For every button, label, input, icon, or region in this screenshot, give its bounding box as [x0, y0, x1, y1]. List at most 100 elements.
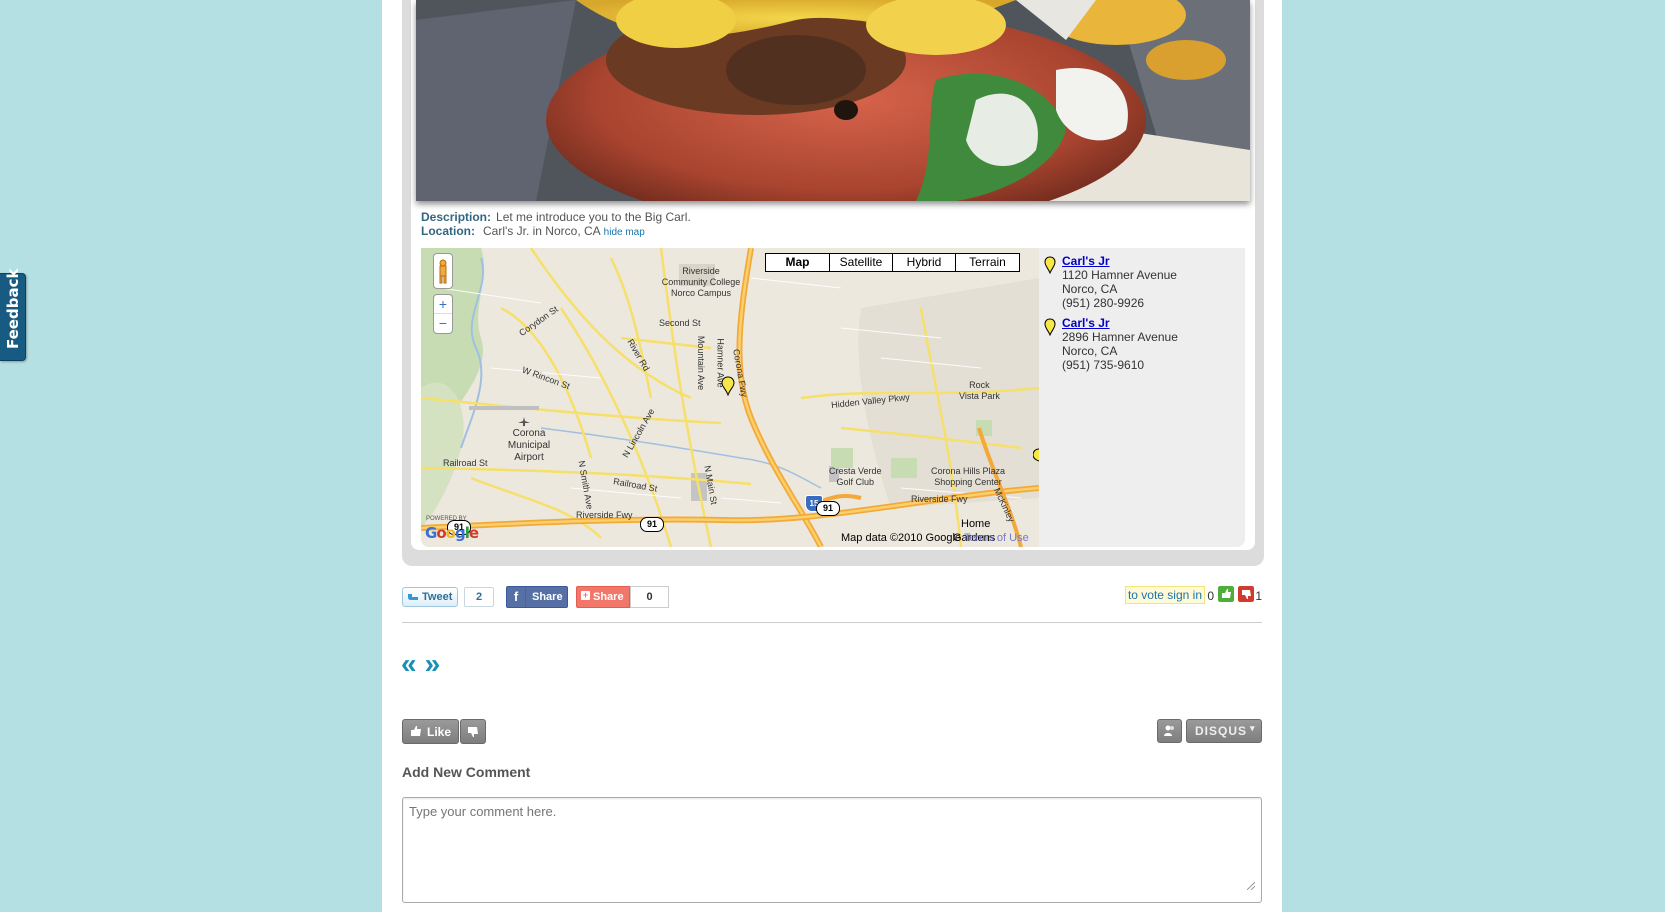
place-label: Shopping Center: [934, 477, 1002, 487]
place-label: Municipal: [507, 440, 551, 451]
pegman-icon: [439, 259, 447, 284]
google-plus-count: 0: [630, 586, 669, 608]
map-type-terrain[interactable]: Terrain: [956, 254, 1019, 271]
place-label: Airport: [514, 452, 544, 463]
previous-post-link[interactable]: «: [401, 648, 417, 679]
place-label: Home: [961, 518, 991, 530]
map-pin-icon[interactable]: [721, 376, 735, 396]
photo-card: Description: Let me introduce you to the …: [402, 0, 1264, 566]
tweet-button[interactable]: Tweet: [402, 587, 458, 607]
map-pin-icon[interactable]: [1044, 318, 1056, 336]
google-plus-share-label: Share: [593, 591, 624, 603]
hide-map-link[interactable]: hide map: [604, 227, 645, 238]
google-plus-share-button[interactable]: + Share: [576, 586, 630, 608]
thumbs-up-icon: [411, 726, 421, 736]
street-view-pegman[interactable]: [433, 253, 453, 289]
place-label: Railroad St: [443, 458, 488, 468]
terms-of-use-link[interactable]: Terms of Use: [964, 532, 1029, 544]
description-text: Let me introduce you to the Big Carl.: [496, 210, 691, 224]
dislike-button[interactable]: [460, 719, 486, 744]
listing-name-link[interactable]: Carl's Jr: [1062, 254, 1244, 268]
divider: [402, 622, 1262, 623]
disqus-menu-button[interactable]: DISQUS ▾: [1186, 719, 1262, 743]
street-label: Mountain Ave: [696, 335, 707, 391]
map-type-control: Map Satellite Hybrid Terrain: [765, 253, 1020, 272]
description-label: Description:: [421, 210, 492, 224]
location-text: Carl's Jr. in Norco, CA: [483, 224, 601, 238]
facebook-share-label: Share: [532, 591, 563, 603]
google-plus-icon: +: [581, 590, 590, 600]
resize-grip-icon[interactable]: [1247, 882, 1255, 890]
place-label: Riverside: [682, 266, 720, 276]
airport-icon: [518, 417, 530, 426]
tweet-count: 2: [464, 587, 494, 607]
next-post-link[interactable]: »: [425, 648, 441, 679]
listing-city: Norco, CA: [1062, 344, 1118, 358]
place-label: Cresta Verde: [829, 466, 882, 476]
facebook-icon: f: [507, 587, 526, 607]
location-row: Location: Carl's Jr. in Norco, CA hide map: [421, 224, 645, 238]
chevron-down-icon: ▾: [1250, 723, 1256, 733]
place-label: Second St: [659, 318, 701, 328]
vote-area: to vote sign in 0 1: [1122, 586, 1262, 608]
zoom-in-button[interactable]: +: [434, 295, 452, 314]
map-type-satellite[interactable]: Satellite: [830, 254, 893, 271]
map-panel: Riverside Community College Norco Campus…: [421, 248, 1245, 547]
place-label: Norco Campus: [670, 288, 732, 298]
disqus-brand: DISQUS: [1195, 724, 1248, 738]
map-data-credit: Map data ©2010 Google: [841, 532, 962, 544]
listing-address: 1120 Hamner Avenue: [1062, 268, 1177, 282]
like-button[interactable]: Like: [402, 719, 459, 744]
thumbs-down-icon: [468, 727, 478, 737]
park-label: Rock Vista Park: [959, 380, 1000, 402]
highway-shield-icon: 91: [640, 517, 664, 532]
place-label: Riverside Community College Norco Campus: [656, 266, 746, 299]
users-icon: [1164, 725, 1174, 736]
google-logo[interactable]: Google: [425, 524, 479, 542]
map-credit: Map data ©2010 Google Terms of Use: [841, 532, 1029, 544]
thumbs-down-icon[interactable]: [1238, 586, 1254, 602]
map-type-map[interactable]: Map: [766, 254, 830, 271]
map-pin-icon[interactable]: [1044, 256, 1056, 274]
highway-shield-icon: 91: [816, 501, 840, 516]
map-type-hybrid[interactable]: Hybrid: [893, 254, 956, 271]
map-pin-icon[interactable]: [1033, 448, 1039, 462]
listing-name-link[interactable]: Carl's Jr: [1062, 316, 1244, 330]
twitter-icon: [408, 594, 418, 600]
google-map[interactable]: Riverside Community College Norco Campus…: [421, 248, 1039, 547]
airport-label: Corona Municipal Airport: [499, 428, 559, 464]
comment-box: [402, 797, 1262, 903]
burger-photo: [416, 0, 1250, 201]
page-content: Description: Let me introduce you to the …: [382, 0, 1282, 912]
zoom-control: + −: [433, 294, 453, 334]
place-label: Riverside Fwy: [911, 494, 968, 504]
location-label: Location:: [421, 224, 475, 238]
place-label: Corona: [512, 428, 546, 439]
add-comment-title: Add New Comment: [402, 764, 531, 780]
place-label: Riverside Fwy: [576, 510, 633, 520]
place-label: Corona Hills Plaza: [931, 466, 1006, 476]
vote-sign-in-link[interactable]: to vote sign in: [1124, 586, 1205, 604]
listing-address: 2896 Hamner Avenue: [1062, 330, 1178, 344]
like-label: Like: [427, 725, 452, 739]
golf-label: Cresta Verde Golf Club: [829, 466, 882, 488]
listing-city: Norco, CA: [1062, 282, 1118, 296]
comment-input[interactable]: [405, 800, 1261, 896]
community-button[interactable]: [1157, 719, 1182, 743]
facebook-share-button[interactable]: f Share: [506, 586, 568, 608]
thumbs-up-icon[interactable]: [1218, 586, 1234, 602]
place-label: Community College: [661, 277, 741, 287]
post-navigation: «»: [401, 648, 448, 680]
listing-item: Carl's Jr 2896 Hamner Avenue Norco, CA (…: [1044, 316, 1244, 372]
listing-phone: (951) 735-9610: [1062, 358, 1145, 372]
tweet-label: Tweet: [422, 591, 453, 603]
listing-item: Carl's Jr 1120 Hamner Avenue Norco, CA (…: [1044, 254, 1244, 310]
place-label: Rock: [969, 380, 990, 390]
zoom-out-button[interactable]: −: [434, 314, 452, 332]
feedback-tab[interactable]: Feedback: [0, 268, 26, 361]
shopping-label: Corona Hills Plaza Shopping Center: [931, 466, 1005, 488]
vote-down-count: 1: [1255, 589, 1262, 603]
place-label: Golf Club: [836, 477, 875, 487]
feedback-label: Feedback: [4, 268, 22, 349]
share-row: Tweet 2 f Share + Share 0 to vote sign i…: [402, 586, 1262, 608]
